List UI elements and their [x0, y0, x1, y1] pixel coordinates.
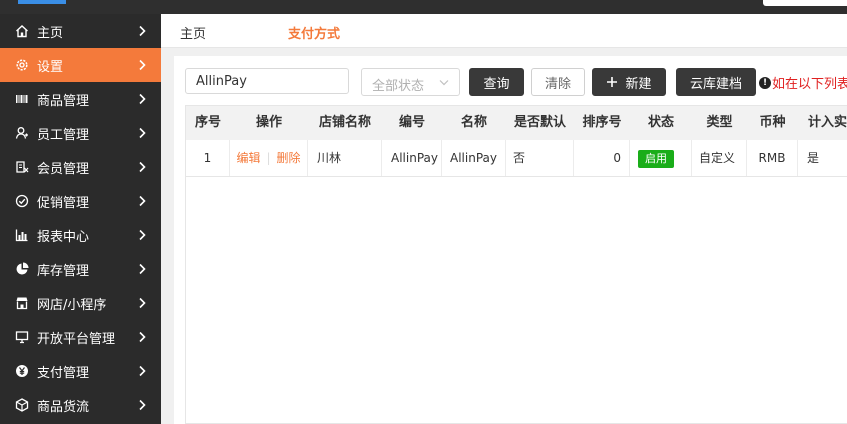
cell-name: AllinPay	[442, 140, 506, 176]
cell-count-in: 是	[807, 151, 820, 165]
header-store: 店铺名称	[318, 115, 371, 130]
cell-type: 自定义	[692, 140, 747, 176]
search-input[interactable]	[185, 68, 349, 94]
sidebar-item-products[interactable]: 商品管理	[0, 82, 161, 116]
cloud-archive-button[interactable]: 云库建档	[676, 68, 756, 96]
sidebar-item-settings[interactable]: 设置	[0, 48, 161, 82]
cube-icon	[14, 397, 30, 413]
home-icon	[14, 23, 30, 39]
header-currency: 币种	[759, 115, 786, 130]
cell-status: 启用	[630, 140, 692, 176]
sidebar: 主页 设置 商品管理 员工管理 会员管理 促销管理 报表中心 库存管理 网店/小…	[0, 14, 161, 424]
logo	[18, 0, 66, 4]
store-icon	[14, 295, 30, 311]
cell-store: 川林	[308, 140, 382, 176]
sidebar-item-label: 支付管理	[37, 365, 90, 381]
payment-table: 序号 操作 店铺名称 编号 名称 是否默认 排序号 状态 类型 币种 计入实 1…	[185, 105, 847, 424]
chevron-right-icon	[139, 331, 146, 343]
exclamation-icon: !	[759, 76, 771, 89]
query-button[interactable]: 查询	[469, 68, 524, 96]
breadcrumb-current[interactable]: 支付方式	[288, 23, 340, 42]
cell-actions: 编辑 | 删除	[230, 140, 308, 176]
check-circle-icon	[14, 193, 30, 209]
plus-icon	[607, 77, 618, 87]
status-badge: 启用	[638, 149, 674, 168]
header-sort: 排序号	[582, 115, 622, 130]
table-header: 序号 操作 店铺名称 编号 名称 是否默认 排序号 状态 类型 币种 计入实	[186, 106, 847, 141]
cell-currency: RMB	[747, 140, 798, 176]
cell-code: AllinPay	[382, 140, 442, 176]
header-default: 是否默认	[513, 115, 566, 130]
sidebar-item-label: 促销管理	[37, 195, 90, 211]
chevron-right-icon	[139, 127, 146, 139]
new-button[interactable]: 新建	[592, 68, 666, 96]
edit-link[interactable]: 编辑	[236, 151, 260, 165]
sidebar-item-label: 商品管理	[37, 93, 90, 109]
sidebar-item-employees[interactable]: 员工管理	[0, 116, 161, 150]
header-count-in: 计入实	[808, 115, 847, 130]
sidebar-item-promotions[interactable]: 促销管理	[0, 184, 161, 218]
header-actions: 操作	[255, 115, 282, 130]
header-index: 序号	[194, 115, 221, 130]
sidebar-item-payments[interactable]: 支付管理	[0, 354, 161, 388]
top-bar	[0, 0, 847, 14]
chevron-down-icon	[439, 80, 449, 86]
chevron-right-icon	[139, 263, 146, 275]
clear-button[interactable]: 清除	[531, 68, 585, 96]
sidebar-item-label: 主页	[37, 25, 64, 41]
barcode-icon	[14, 91, 30, 107]
sidebar-item-goods-flow[interactable]: 商品货流	[0, 388, 161, 422]
main-panel: 全部状态 查询 清除 新建 云库建档 ! 如在以下列表 序号 操作 店铺名称 编…	[174, 56, 847, 424]
status-select-placeholder: 全部状态	[372, 79, 425, 94]
header-type: 类型	[706, 115, 733, 130]
chevron-right-icon	[139, 93, 146, 105]
monitor-icon	[14, 329, 30, 345]
chevron-right-icon	[139, 25, 146, 37]
chevron-right-icon	[139, 161, 146, 173]
breadcrumb-home[interactable]: 主页	[180, 23, 206, 42]
bar-chart-icon	[14, 227, 30, 243]
table-row: 1 编辑 | 删除 川林 AllinPay AllinPay 否 0 启用 自定义 …	[186, 140, 847, 177]
sidebar-item-online-store[interactable]: 网店/小程序	[0, 286, 161, 320]
chevron-right-icon	[139, 365, 146, 377]
status-select[interactable]: 全部状态	[361, 68, 460, 96]
chevron-right-icon	[139, 195, 146, 207]
chevron-right-icon	[139, 229, 146, 241]
sidebar-item-inventory[interactable]: 库存管理	[0, 252, 161, 286]
notice: ! 如在以下列表	[759, 73, 847, 92]
member-icon	[14, 159, 30, 175]
sidebar-item-members[interactable]: 会员管理	[0, 150, 161, 184]
cell-index: 1	[186, 140, 230, 176]
sidebar-item-label: 开放平台管理	[37, 331, 116, 347]
cell-sort: 0	[574, 140, 630, 176]
sidebar-item-label: 网店/小程序	[37, 297, 107, 313]
header-name: 名称	[460, 115, 487, 130]
employee-icon	[14, 125, 30, 141]
sidebar-item-label: 报表中心	[37, 229, 90, 245]
chevron-right-icon	[139, 399, 146, 411]
new-button-label: 新建	[625, 76, 652, 92]
top-right-box[interactable]	[763, 0, 847, 6]
sidebar-item-label: 商品货流	[37, 399, 90, 415]
chevron-right-icon	[139, 297, 146, 309]
sidebar-item-label: 会员管理	[37, 161, 90, 177]
cell-default: 否	[506, 140, 574, 176]
header-status: 状态	[647, 115, 674, 130]
sidebar-item-open-platform[interactable]: 开放平台管理	[0, 320, 161, 354]
sidebar-item-label: 库存管理	[37, 263, 90, 279]
sidebar-item-label: 设置	[37, 59, 64, 75]
breadcrumb: 主页 支付方式	[161, 14, 847, 48]
sidebar-item-label: 员工管理	[37, 127, 90, 143]
chevron-right-icon	[139, 59, 146, 71]
header-code: 编号	[398, 115, 425, 130]
notice-text: 如在以下列表	[772, 77, 847, 92]
sidebar-item-reports[interactable]: 报表中心	[0, 218, 161, 252]
yuan-icon	[14, 363, 30, 379]
gear-icon	[14, 57, 30, 73]
pie-chart-icon	[14, 261, 30, 277]
action-divider: |	[266, 151, 271, 165]
delete-link[interactable]: 删除	[277, 151, 301, 165]
sidebar-item-home[interactable]: 主页	[0, 14, 161, 48]
